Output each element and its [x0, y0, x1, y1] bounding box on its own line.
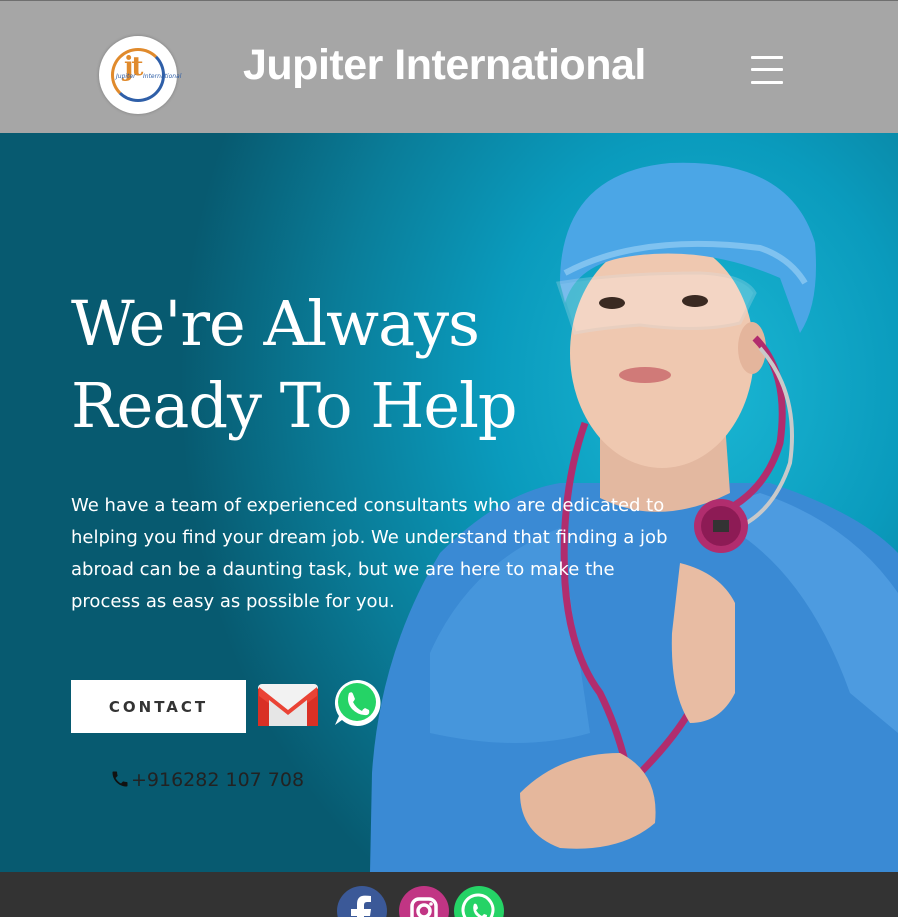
- site-footer: [0, 872, 898, 917]
- logo-small-right: International: [143, 73, 182, 80]
- logo[interactable]: jt Jupiter International: [99, 36, 181, 114]
- gmail-icon[interactable]: [257, 682, 319, 728]
- contact-button[interactable]: CONTACT: [71, 680, 246, 733]
- footer-whatsapp-icon[interactable]: [454, 886, 504, 917]
- instagram-icon[interactable]: [399, 886, 449, 917]
- hero-description: We have a team of experienced consultant…: [71, 495, 668, 612]
- site-header: jt Jupiter International Jupiter Interna…: [0, 0, 898, 133]
- phone-icon: [112, 771, 128, 787]
- logo-small-left: Jupiter: [116, 73, 136, 80]
- site-title: Jupiter International: [243, 41, 646, 89]
- hamburger-menu-icon[interactable]: [751, 56, 783, 84]
- facebook-icon[interactable]: [337, 886, 387, 917]
- hero-title: We're Always Ready To Help: [71, 283, 518, 447]
- phone-number: +916282 107 708: [131, 769, 305, 791]
- phone-link[interactable]: +916282 107 708: [110, 769, 304, 791]
- hero-title-line-1: We're Always: [71, 287, 480, 360]
- hero-section: We're Always Ready To Help We have a tea…: [0, 133, 898, 872]
- whatsapp-icon[interactable]: [332, 678, 382, 728]
- hero-title-line-2: Ready To Help: [71, 369, 518, 442]
